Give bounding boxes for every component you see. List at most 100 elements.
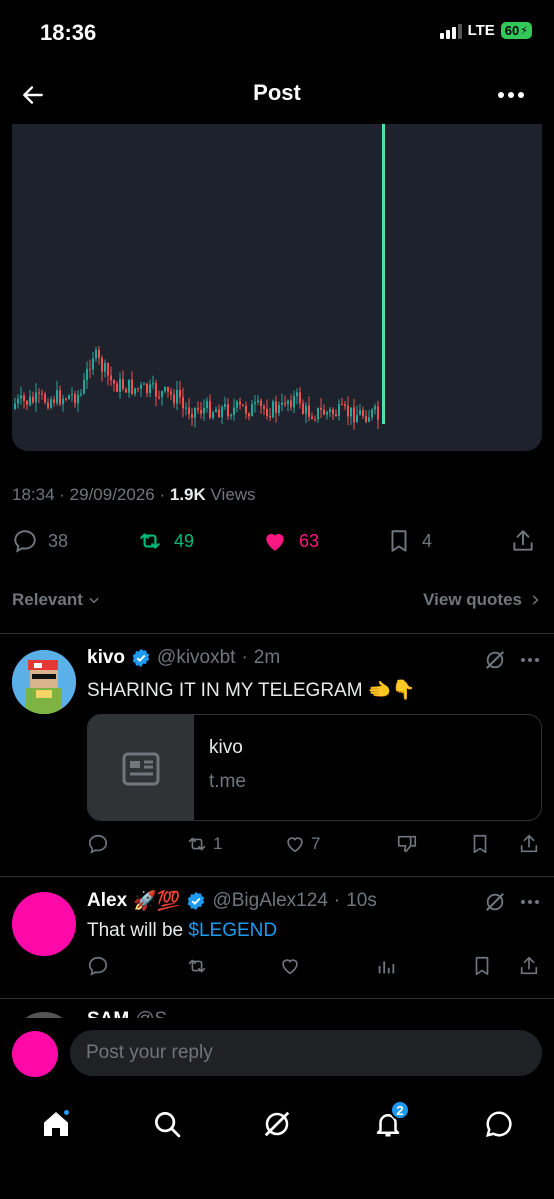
tab-messages[interactable] [479, 1104, 519, 1144]
heart-icon [287, 837, 303, 853]
candle-body [320, 407, 322, 410]
sort-label: Relevant [12, 590, 83, 609]
candle-body [287, 400, 289, 405]
candle-body [311, 416, 313, 419]
like-button[interactable] [278, 955, 302, 977]
candle-body [17, 398, 19, 404]
grok-icon [264, 1111, 290, 1137]
like-button[interactable]: 7 [283, 833, 320, 855]
candle-body [98, 349, 100, 358]
like-count: 7 [311, 834, 321, 853]
candle-body [206, 400, 208, 408]
candle-body [200, 409, 202, 414]
reply-author-name[interactable]: kivo [87, 647, 125, 669]
candle-body [161, 391, 163, 398]
share-button[interactable] [510, 528, 536, 554]
tab-notifications[interactable]: 2 [368, 1100, 410, 1144]
reply-author-name[interactable]: Alex [87, 890, 127, 912]
card-thumbnail [88, 715, 194, 820]
reply-button[interactable] [87, 955, 109, 977]
candle-body [362, 410, 364, 417]
candle-body [164, 386, 166, 392]
sort-dropdown[interactable]: Relevant [12, 590, 101, 610]
candle-body [248, 413, 250, 417]
candle-body [119, 379, 121, 392]
reply-input[interactable]: Post your reply [70, 1030, 542, 1076]
bookmark-button[interactable] [469, 833, 491, 855]
candle-body [176, 389, 178, 404]
candle-body [71, 393, 73, 396]
candle-body [215, 409, 217, 413]
candle-body [365, 416, 367, 422]
reply-count: 38 [48, 530, 69, 551]
bookmark-button[interactable]: 4 [386, 528, 432, 554]
candle-body [212, 412, 214, 418]
candle-body [146, 383, 148, 394]
candle-body [191, 414, 193, 418]
candle-body [209, 400, 211, 418]
share-button[interactable] [518, 955, 540, 977]
candle-body [272, 401, 274, 418]
reply-handle[interactable]: @BigAlex124 [212, 890, 327, 912]
views-button[interactable] [375, 955, 397, 977]
candle-body [29, 396, 31, 405]
candle-body [371, 409, 373, 418]
network-type: LTE [467, 22, 495, 39]
candle-body [299, 392, 301, 404]
grok-icon[interactable] [483, 648, 507, 672]
my-avatar[interactable] [12, 1031, 58, 1077]
more-options-icon[interactable] [518, 890, 542, 914]
reply-button[interactable] [87, 833, 109, 855]
signal-icon [439, 23, 462, 39]
candle-body [56, 390, 58, 404]
tab-search[interactable] [147, 1104, 187, 1144]
notifications-badge: 2 [390, 1100, 410, 1120]
candle-body [101, 357, 103, 372]
candle-body [80, 393, 82, 395]
tab-grok[interactable] [257, 1104, 297, 1144]
candle-body [323, 409, 325, 415]
reply-button[interactable]: 38 [12, 528, 68, 554]
candle-body [335, 414, 337, 416]
cashtag-link[interactable]: $LEGEND [188, 920, 277, 941]
post-chart-image[interactable] [12, 124, 542, 451]
candle-body [188, 407, 190, 415]
reply-handle[interactable]: @kivoxbt [157, 647, 235, 669]
candle-body [347, 405, 349, 417]
page-title: Post [253, 80, 301, 105]
candle-body [131, 379, 133, 394]
repost-button[interactable]: 1 [185, 833, 222, 855]
candle-body [107, 363, 109, 376]
separator: · [241, 647, 248, 668]
candle-body [125, 388, 127, 393]
candle-body [242, 404, 244, 406]
candle-body [104, 363, 106, 372]
bookmark-button[interactable] [471, 955, 493, 977]
avatar[interactable] [12, 892, 76, 956]
more-options-icon[interactable] [518, 648, 542, 672]
candle-body [194, 407, 196, 418]
candle-body [47, 402, 49, 408]
view-quotes-link[interactable]: View quotes [423, 590, 542, 610]
share-button[interactable] [518, 833, 540, 855]
tab-home[interactable] [36, 1104, 76, 1144]
more-options-icon[interactable] [496, 80, 526, 110]
candle-body [116, 383, 118, 392]
reply-text: SHARING IT IN MY TELEGRAM 🫲👇 [87, 678, 415, 702]
bookmark-icon [473, 834, 487, 854]
candle-body [182, 397, 184, 409]
pixel-avatar-image [12, 650, 76, 714]
card-title: kivo [209, 737, 243, 758]
candle-body [374, 406, 376, 410]
candle-body [290, 400, 292, 408]
avatar[interactable] [12, 650, 76, 714]
grok-icon[interactable] [483, 890, 507, 914]
downvote-button[interactable] [396, 833, 418, 855]
candle-body [278, 404, 280, 414]
repost-button[interactable]: 49 [136, 528, 194, 554]
reply-body: SHARING IT IN MY TELEGRAM [87, 680, 363, 701]
like-button[interactable]: 63 [261, 528, 319, 554]
link-preview-card[interactable]: kivo t.me [87, 714, 542, 821]
repost-button[interactable] [185, 955, 209, 977]
candle-body [269, 415, 271, 418]
